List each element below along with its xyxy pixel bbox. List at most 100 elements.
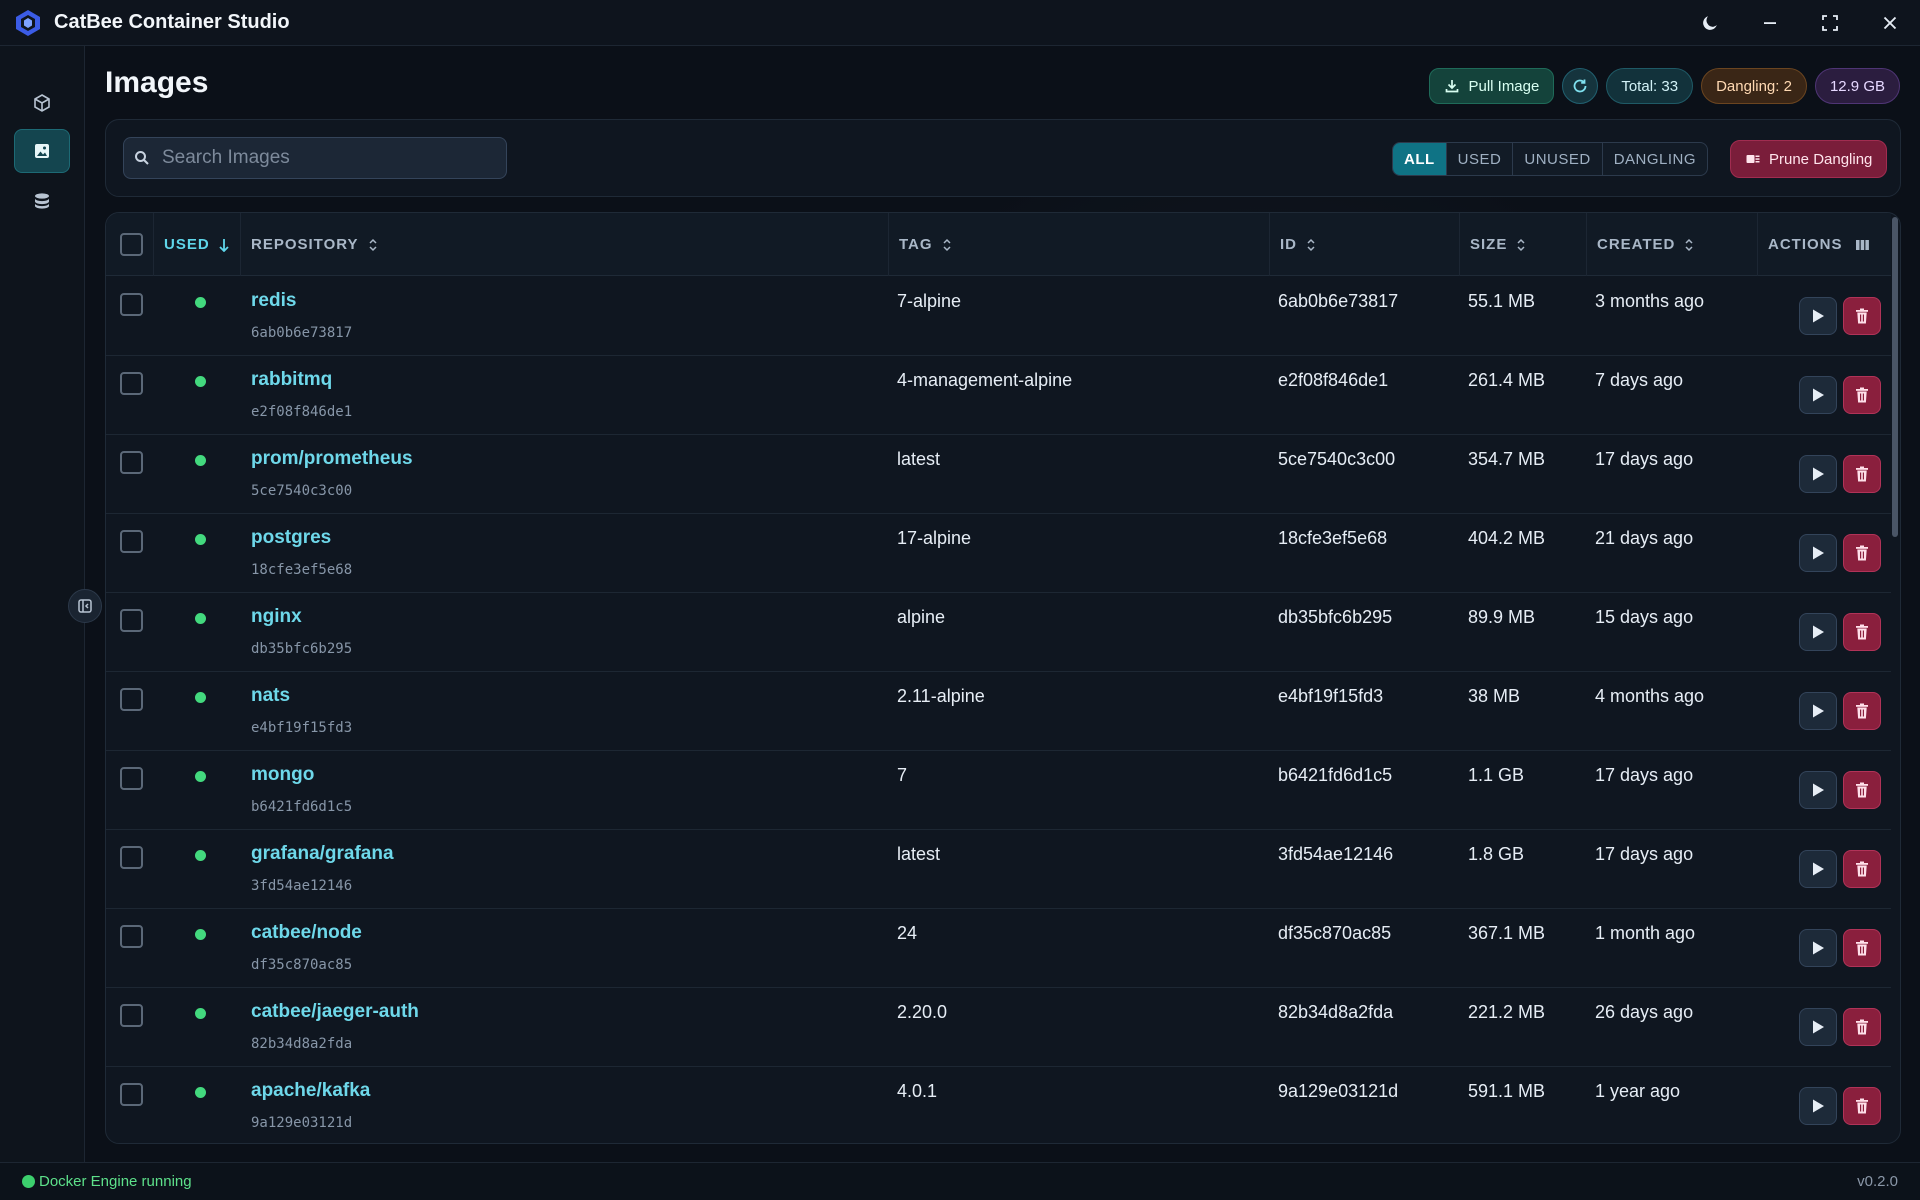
refresh-button[interactable]	[1562, 68, 1599, 104]
engine-status-text: Docker Engine running	[39, 1173, 192, 1190]
used-status-dot	[195, 771, 206, 782]
run-container-button[interactable]	[1799, 297, 1837, 335]
search-input[interactable]	[162, 147, 492, 169]
play-icon	[1813, 309, 1824, 323]
row-checkbox[interactable]	[120, 372, 143, 395]
run-container-button[interactable]	[1799, 534, 1837, 572]
column-size[interactable]: SIZE	[1460, 213, 1587, 276]
sidebar-item-volumes[interactable]	[14, 179, 70, 223]
table-row: grafana/grafana 3fd54ae12146 latest 3fd54ae…	[106, 830, 1891, 909]
created-cell: 17 days ago	[1595, 449, 1694, 469]
repository-short-id: 18cfe3ef5e68	[251, 562, 353, 578]
repository-name[interactable]: grafana/grafana	[251, 843, 394, 865]
sidebar-item-containers[interactable]	[14, 81, 70, 125]
run-container-button[interactable]	[1799, 850, 1837, 888]
prune-dangling-button[interactable]: Prune Dangling	[1730, 140, 1888, 178]
row-checkbox[interactable]	[120, 293, 143, 316]
delete-image-button[interactable]	[1843, 534, 1881, 572]
id-cell: 82b34d8a2fda	[1278, 1002, 1394, 1022]
run-container-button[interactable]	[1799, 1087, 1837, 1125]
fullscreen-button[interactable]	[1800, 0, 1860, 46]
created-cell: 1 year ago	[1595, 1081, 1681, 1101]
row-checkbox[interactable]	[120, 846, 143, 869]
filter-tab-unused[interactable]: UNUSED	[1513, 143, 1603, 175]
repository-name[interactable]: postgres	[251, 527, 331, 549]
tag-cell: latest	[897, 449, 941, 469]
column-actions-label: ACTIONS	[1768, 236, 1843, 253]
app-title: CatBee Container Studio	[54, 11, 290, 33]
repository-name[interactable]: apache/kafka	[251, 1080, 370, 1102]
repository-name[interactable]: mongo	[251, 764, 314, 786]
row-checkbox[interactable]	[120, 688, 143, 711]
theme-toggle-button[interactable]	[1680, 0, 1740, 46]
column-created[interactable]: CREATED	[1587, 213, 1758, 276]
repository-name[interactable]: redis	[251, 290, 296, 312]
run-container-button[interactable]	[1799, 771, 1837, 809]
run-container-button[interactable]	[1799, 1008, 1837, 1046]
filter-tab-used[interactable]: USED	[1447, 143, 1514, 175]
sidebar-item-images[interactable]	[14, 129, 70, 173]
select-all-checkbox[interactable]	[120, 233, 143, 256]
filter-tab-all[interactable]: ALL	[1393, 143, 1447, 175]
used-status-dot	[195, 534, 206, 545]
page-title: Images	[105, 66, 209, 99]
run-container-button[interactable]	[1799, 929, 1837, 967]
id-cell: 6ab0b6e73817	[1278, 291, 1399, 311]
repository-name[interactable]: rabbitmq	[251, 369, 332, 391]
repository-short-id: db35bfc6b295	[251, 641, 353, 657]
run-container-button[interactable]	[1799, 376, 1837, 414]
used-status-dot	[195, 1008, 206, 1019]
delete-image-button[interactable]	[1843, 850, 1881, 888]
repository-name[interactable]: nats	[251, 685, 290, 707]
trash-icon	[1856, 703, 1868, 719]
delete-image-button[interactable]	[1843, 1087, 1881, 1125]
created-cell: 17 days ago	[1595, 765, 1694, 785]
row-checkbox[interactable]	[120, 451, 143, 474]
tag-cell: latest	[897, 844, 941, 864]
row-checkbox[interactable]	[120, 925, 143, 948]
minimize-button[interactable]	[1740, 0, 1800, 46]
delete-image-button[interactable]	[1843, 613, 1881, 651]
filter-tab-dangling[interactable]: DANGLING	[1603, 143, 1707, 175]
trash-icon	[1856, 624, 1868, 640]
table-scrollbar[interactable]	[1892, 217, 1898, 537]
filter-panel: ALL USED UNUSED DANGLING Prune Dangling	[105, 119, 1901, 197]
repository-name[interactable]: catbee/node	[251, 922, 362, 944]
row-checkbox[interactable]	[120, 1083, 143, 1106]
size-cell: 261.4 MB	[1468, 370, 1546, 390]
close-button[interactable]	[1860, 0, 1920, 46]
pull-image-button[interactable]: Pull Image	[1429, 68, 1555, 104]
column-id[interactable]: ID	[1270, 213, 1460, 276]
size-cell: 1.1 GB	[1468, 765, 1525, 785]
delete-image-button[interactable]	[1843, 929, 1881, 967]
column-used[interactable]: USED	[154, 213, 241, 276]
play-icon	[1813, 1099, 1824, 1113]
repository-name[interactable]: catbee/jaeger-auth	[251, 1001, 419, 1023]
delete-image-button[interactable]	[1843, 771, 1881, 809]
minimize-icon	[1764, 22, 1776, 24]
columns-icon[interactable]	[1855, 238, 1870, 252]
search-icon	[135, 151, 149, 165]
row-checkbox[interactable]	[120, 767, 143, 790]
repository-name[interactable]: nginx	[251, 606, 302, 628]
delete-image-button[interactable]	[1843, 376, 1881, 414]
tag-cell: 4-management-alpine	[897, 370, 1073, 390]
delete-image-button[interactable]	[1843, 692, 1881, 730]
delete-image-button[interactable]	[1843, 297, 1881, 335]
repository-name[interactable]: prom/prometheus	[251, 448, 413, 470]
column-id-label: ID	[1280, 236, 1297, 253]
run-container-button[interactable]	[1799, 455, 1837, 493]
id-cell: 9a129e03121d	[1278, 1081, 1399, 1101]
collapse-sidebar-button[interactable]	[68, 589, 102, 623]
row-checkbox[interactable]	[120, 609, 143, 632]
delete-image-button[interactable]	[1843, 455, 1881, 493]
search-box	[123, 137, 507, 179]
run-container-button[interactable]	[1799, 692, 1837, 730]
column-tag[interactable]: TAG	[889, 213, 1270, 276]
row-checkbox[interactable]	[120, 530, 143, 553]
row-checkbox[interactable]	[120, 1004, 143, 1027]
sort-icon	[1685, 238, 1693, 251]
column-repository[interactable]: REPOSITORY	[241, 213, 889, 276]
run-container-button[interactable]	[1799, 613, 1837, 651]
delete-image-button[interactable]	[1843, 1008, 1881, 1046]
